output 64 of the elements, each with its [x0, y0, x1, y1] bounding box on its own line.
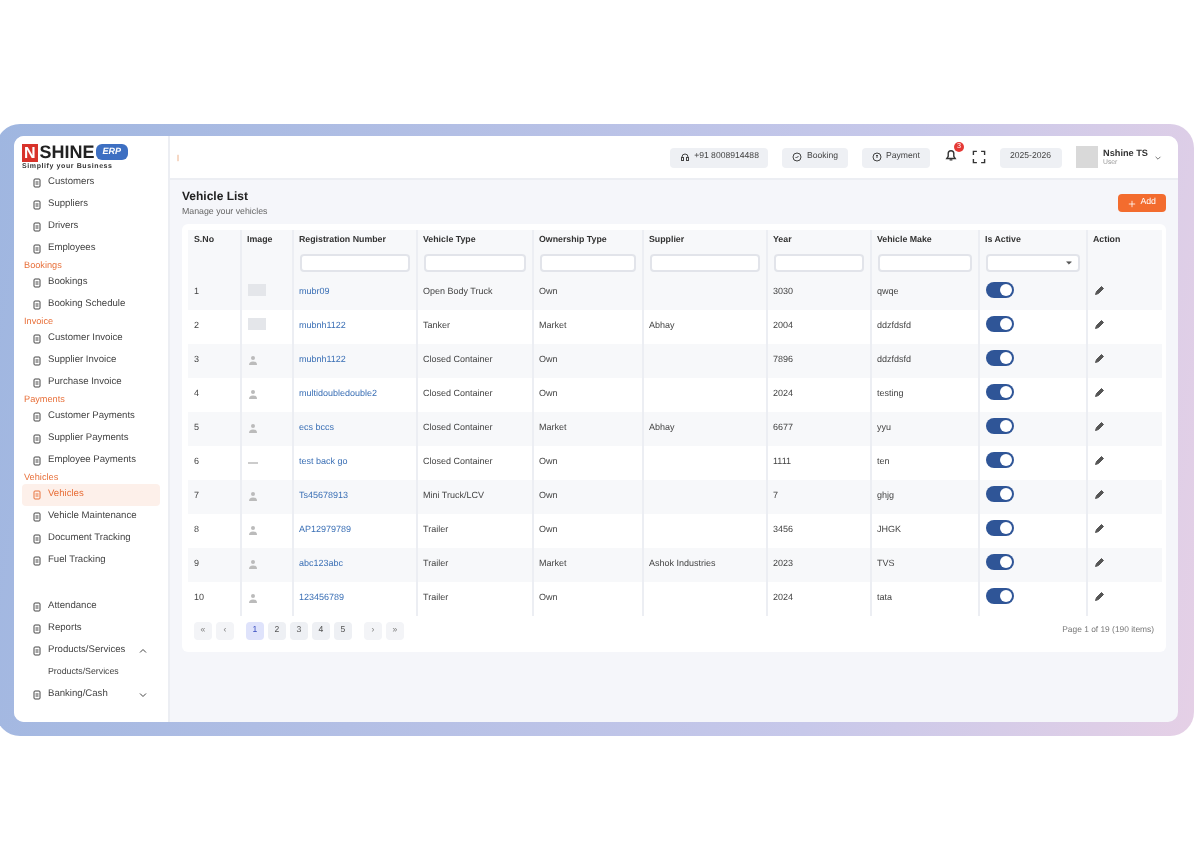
document-icon	[32, 602, 42, 612]
active-toggle[interactable]	[985, 486, 1013, 503]
pencil-icon	[1093, 524, 1103, 535]
active-toggle[interactable]	[985, 384, 1013, 401]
person-icon	[247, 354, 257, 367]
document-icon	[32, 300, 42, 310]
logo-text: SHINE	[39, 143, 95, 161]
pencil-icon	[1093, 456, 1103, 467]
pencil-icon	[1093, 320, 1103, 331]
pencil-icon	[1093, 354, 1103, 365]
active-toggle[interactable]	[985, 418, 1013, 435]
active-toggle[interactable]	[985, 316, 1013, 333]
active-toggle[interactable]	[985, 282, 1013, 299]
filter-field[interactable]	[299, 254, 409, 272]
document-icon	[32, 200, 42, 210]
caret-icon	[1154, 153, 1162, 161]
filter-field[interactable]	[773, 254, 863, 272]
person-icon	[247, 592, 257, 605]
pencil-icon	[1093, 592, 1103, 603]
person-icon	[247, 388, 257, 401]
pencil-icon	[1093, 490, 1103, 501]
photo-placeholder	[247, 318, 265, 331]
pencil-icon	[1093, 388, 1103, 399]
filter-field[interactable]	[649, 254, 759, 272]
filter-field[interactable]	[539, 254, 635, 272]
document-icon	[32, 556, 42, 566]
plus-icon	[1128, 199, 1137, 207]
document-icon	[32, 222, 42, 232]
document-icon	[32, 490, 42, 500]
document-icon	[32, 278, 42, 288]
pencil-icon	[1093, 558, 1103, 569]
person-icon	[247, 558, 257, 571]
fullscreen-icon	[971, 150, 986, 164]
filter-field[interactable]	[877, 254, 971, 272]
logo-mark: N	[22, 143, 38, 161]
pencil-icon	[1093, 286, 1103, 297]
active-toggle[interactable]	[985, 350, 1013, 367]
filter-field[interactable]	[423, 254, 525, 272]
headset-icon	[680, 152, 691, 162]
document-icon	[32, 456, 42, 466]
document-icon	[32, 412, 42, 422]
active-toggle[interactable]	[985, 520, 1013, 537]
document-icon	[32, 244, 42, 254]
document-icon	[32, 178, 42, 188]
document-icon	[32, 512, 42, 522]
document-icon	[32, 534, 42, 544]
document-icon	[32, 624, 42, 634]
document-icon	[32, 434, 42, 444]
bell-icon	[943, 148, 958, 163]
person-icon	[247, 422, 257, 435]
person-icon	[247, 490, 257, 503]
document-icon	[32, 378, 42, 388]
document-icon	[32, 646, 42, 656]
document-icon	[32, 334, 42, 344]
collapse-handle-icon	[174, 151, 182, 163]
caret-icon	[1065, 260, 1071, 266]
document-icon	[32, 356, 42, 366]
active-toggle[interactable]	[985, 452, 1013, 469]
document-icon	[32, 690, 42, 700]
active-toggle[interactable]	[985, 588, 1013, 605]
check-circle-icon	[792, 152, 803, 162]
pencil-icon	[1093, 422, 1103, 433]
person-icon	[247, 524, 257, 537]
active-toggle[interactable]	[985, 554, 1013, 571]
